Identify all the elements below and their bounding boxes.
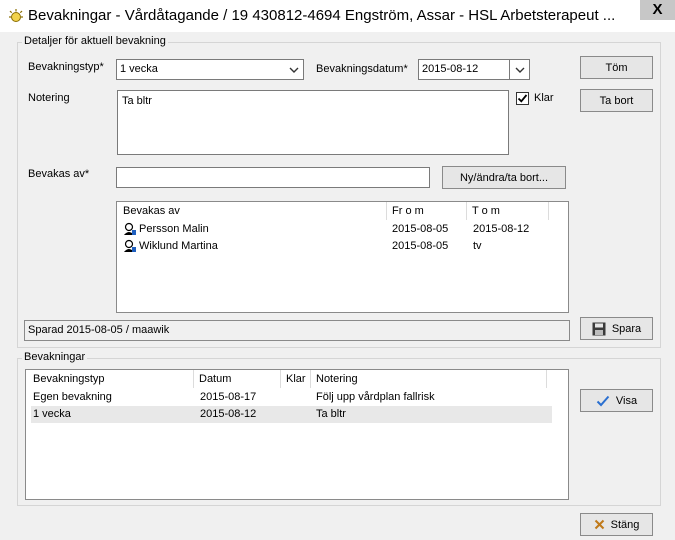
column-header[interactable]: Bevakas av: [117, 202, 387, 220]
watches-group-legend: Bevakningar: [22, 351, 88, 363]
watcher-name: Persson Malin: [139, 223, 209, 235]
watcher-from: 2015-08-05: [392, 223, 449, 235]
watcher-from: 2015-08-05: [392, 240, 449, 252]
bell-icon: [9, 9, 23, 22]
floppy-disk-icon: [592, 322, 606, 335]
watch-date-picker[interactable]: 2015-08-12: [418, 59, 530, 80]
column-header[interactable]: T o m: [467, 202, 549, 220]
note-textarea[interactable]: Ta bltr: [117, 90, 509, 155]
watched-by-input[interactable]: [116, 167, 430, 188]
column-header[interactable]: Bevakningstyp: [26, 370, 194, 388]
window-close-button[interactable]: X: [640, 0, 675, 20]
table-row[interactable]: Wiklund Martina 2015-08-05 tv: [117, 238, 568, 255]
table-row-selected[interactable]: 1 vecka 2015-08-12 Ta bltr: [31, 406, 552, 423]
watches-table-header: Bevakningstyp Datum Klar Notering: [26, 370, 568, 388]
watched-by-label: Bevakas av*: [28, 168, 90, 180]
column-header[interactable]: Fr o m: [387, 202, 467, 220]
show-button[interactable]: Visa: [580, 389, 653, 412]
checkmark-icon: [596, 395, 610, 406]
close-icon: [594, 519, 604, 530]
watch-type-label: Bevakningstyp*: [28, 61, 104, 73]
close-button-label: Stäng: [610, 518, 640, 531]
close-button[interactable]: Stäng: [580, 513, 653, 536]
person-icon: [124, 222, 136, 235]
chevron-down-icon[interactable]: [285, 60, 303, 79]
person-icon: [124, 239, 136, 252]
title-bar: Bevakningar - Vårdåtagande / 19 430812-4…: [0, 0, 675, 32]
watch-note: Följ upp vårdplan fallrisk: [316, 391, 435, 403]
watch-date-label: Bevakningsdatum*: [316, 63, 408, 75]
details-group-legend: Detaljer för aktuell bevakning: [22, 35, 168, 47]
clear-button-label: Töm: [605, 61, 628, 74]
column-header[interactable]: Notering: [311, 370, 547, 388]
table-row[interactable]: Egen bevakning 2015-08-17 Följ upp vårdp…: [26, 389, 568, 406]
chevron-down-icon[interactable]: [509, 60, 529, 79]
watcher-to: 2015-08-12: [473, 223, 530, 235]
watch-note: Ta bltr: [316, 408, 346, 420]
column-header[interactable]: Datum: [194, 370, 281, 388]
watch-date: 2015-08-17: [200, 391, 257, 403]
save-button-label: Spara: [611, 322, 642, 335]
clear-button[interactable]: Töm: [580, 56, 653, 79]
watch-type: 1 vecka: [33, 408, 71, 420]
watch-type-value: 1 vecka: [120, 63, 158, 75]
checkmark-icon: [517, 94, 528, 103]
status-text: Sparad 2015-08-05 / maawik: [24, 320, 570, 341]
watch-type: Egen bevakning: [33, 391, 112, 403]
show-button-label: Visa: [615, 394, 638, 407]
remove-button-label: Ta bort: [599, 94, 634, 107]
watches-table[interactable]: Bevakningstyp Datum Klar Notering Egen b…: [25, 369, 569, 500]
done-checkbox[interactable]: [516, 92, 529, 105]
new-edit-remove-label: Ny/ändra/ta bort...: [459, 171, 549, 184]
new-edit-remove-button[interactable]: Ny/ändra/ta bort...: [442, 166, 566, 189]
watch-type-select[interactable]: 1 vecka: [116, 59, 304, 80]
table-row[interactable]: Persson Malin 2015-08-05 2015-08-12: [117, 221, 568, 238]
done-label: Klar: [534, 92, 554, 104]
watcher-name: Wiklund Martina: [139, 240, 218, 252]
remove-button[interactable]: Ta bort: [580, 89, 653, 112]
watcher-to: tv: [473, 240, 482, 252]
watchers-table-header: Bevakas av Fr o m T o m: [117, 202, 568, 220]
note-value: Ta bltr: [122, 95, 152, 107]
column-header[interactable]: Klar: [281, 370, 311, 388]
note-label: Notering: [28, 92, 70, 104]
save-button[interactable]: Spara: [580, 317, 653, 340]
watch-date-value: 2015-08-12: [422, 63, 479, 75]
watchers-table[interactable]: Bevakas av Fr o m T o m Persson Malin 20…: [116, 201, 569, 313]
window-title: Bevakningar - Vårdåtagande / 19 430812-4…: [28, 7, 616, 24]
watch-date: 2015-08-12: [200, 408, 257, 420]
